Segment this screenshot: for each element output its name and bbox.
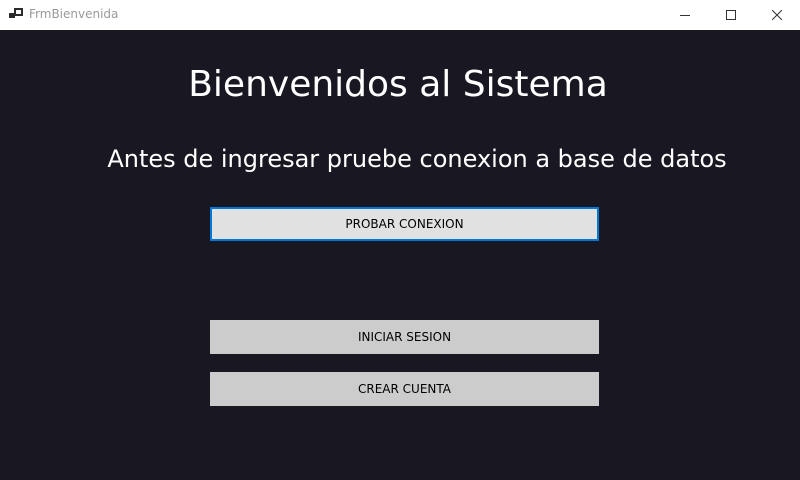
test-connection-button[interactable]: PROBAR CONEXION — [210, 207, 599, 241]
minimize-icon — [680, 15, 690, 16]
close-icon — [772, 10, 782, 20]
close-button[interactable] — [754, 0, 800, 30]
form-icon — [9, 8, 23, 18]
create-account-label: CREAR CUENTA — [358, 382, 451, 396]
create-account-button[interactable]: CREAR CUENTA — [210, 372, 599, 406]
test-connection-label: PROBAR CONEXION — [345, 217, 464, 231]
welcome-heading: Bienvenidos al Sistema — [188, 64, 608, 105]
connection-instruction: Antes de ingresar pruebe conexion a base… — [107, 145, 727, 173]
window-title: FrmBienvenida — [29, 7, 119, 21]
minimize-button[interactable] — [662, 0, 708, 30]
form-client-area: Bienvenidos al Sistema Antes de ingresar… — [0, 30, 800, 480]
maximize-icon — [726, 10, 736, 20]
login-label: INICIAR SESION — [357, 330, 452, 344]
login-button[interactable]: INICIAR SESION — [210, 320, 599, 354]
title-bar[interactable]: FrmBienvenida — [0, 0, 800, 30]
maximize-button[interactable] — [708, 0, 754, 30]
